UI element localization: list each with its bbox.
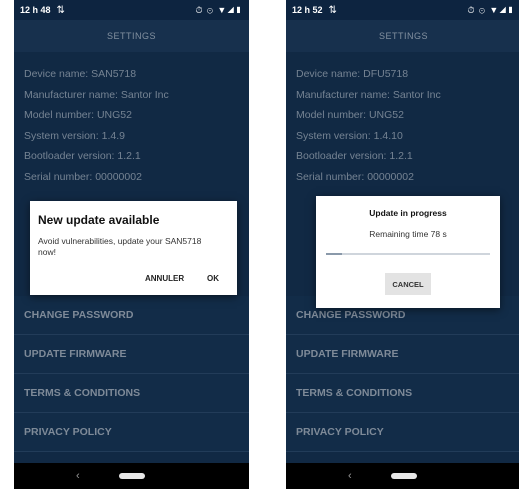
remaining-time: Remaining time 78 s: [369, 229, 447, 239]
dialog-message: Avoid vulnerabilities, update your SAN57…: [38, 236, 202, 257]
progress-bar-fill: [326, 253, 343, 255]
progress-bar: [326, 253, 490, 255]
status-time: 12 h 52: [292, 5, 323, 15]
phone-screen-update-available: 12 h 48 ⇅ ⏱ ⊙ ▼◢▮ SETTINGS Device name: …: [14, 0, 249, 489]
dialog-title: New update available: [38, 213, 160, 227]
system-tray-icons: ⏱ ⊙ ▼◢▮: [467, 4, 515, 15]
update-progress-dialog: Update in progress Remaining time 78 s C…: [316, 196, 500, 308]
home-pill-icon[interactable]: [390, 473, 417, 479]
back-icon[interactable]: ‹: [348, 470, 352, 482]
data-transfer-icon: ⇅: [56, 4, 65, 16]
status-time: 12 h 48: [20, 5, 51, 15]
system-tray-icons: ⏱ ⊙ ▼◢▮: [195, 4, 243, 15]
annuler-button[interactable]: ANNULER: [145, 274, 184, 283]
navigation-bar: ‹: [286, 463, 519, 489]
back-icon[interactable]: ‹: [76, 470, 80, 482]
ok-button[interactable]: OK: [207, 274, 219, 283]
update-available-dialog: New update available Avoid vulnerabiliti…: [30, 201, 237, 295]
data-transfer-icon: ⇅: [328, 4, 337, 16]
phone-screen-update-progress: 12 h 52 ⇅ ⏱ ⊙ ▼◢▮ SETTINGS Device name: …: [286, 0, 519, 489]
navigation-bar: ‹: [14, 463, 249, 489]
status-bar: 12 h 48 ⇅ ⏱ ⊙ ▼◢▮: [14, 0, 249, 20]
cancel-button[interactable]: CANCEL: [385, 273, 431, 295]
home-pill-icon[interactable]: [118, 473, 145, 479]
dialog-title: Update in progress: [369, 208, 447, 218]
status-bar: 12 h 52 ⇅ ⏱ ⊙ ▼◢▮: [286, 0, 519, 20]
